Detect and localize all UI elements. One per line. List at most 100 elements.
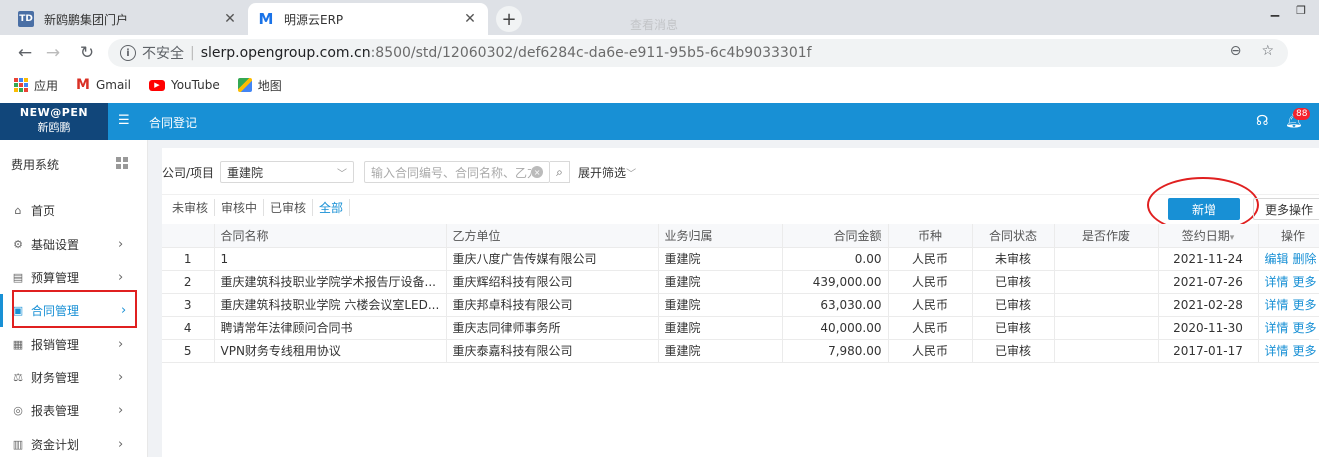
search-placeholder: 输入合同编号、合同名称、乙方 xyxy=(371,165,532,180)
row-actions: 详情 更多 xyxy=(1258,293,1319,317)
sort-desc-icon[interactable]: ▾ xyxy=(1230,233,1235,243)
column-header-amount[interactable]: 合同金额 xyxy=(782,224,889,248)
status-tab-reviewing[interactable]: 审核中 xyxy=(215,199,265,216)
minimize-window-button[interactable]: ▁ xyxy=(1262,0,1288,20)
sidebar-item-contract[interactable]: ▣ 合同管理 › xyxy=(0,294,148,327)
contract-amount: 0.00 xyxy=(782,247,889,271)
detail-link[interactable]: 详情 xyxy=(1265,321,1289,335)
sidebar-item-label: 预算管理 xyxy=(31,271,80,285)
status-tab-reviewed[interactable]: 已审核 xyxy=(264,199,314,216)
m-favicon-icon: M xyxy=(258,10,274,28)
close-tab-icon[interactable]: ✕ xyxy=(222,11,238,27)
more-actions-dropdown[interactable]: 更多操作 xyxy=(1253,198,1319,220)
contract-name[interactable]: 1 xyxy=(214,247,447,271)
expand-filter-toggle[interactable]: 展开筛选﹀ xyxy=(578,164,636,181)
grid-menu-icon[interactable] xyxy=(116,157,128,169)
column-header-ops: 操作 xyxy=(1258,224,1319,248)
forward-arrow-icon[interactable]: → xyxy=(42,42,64,64)
sidebar-item-base-settings[interactable]: ⚙ 基础设置 › xyxy=(0,228,148,261)
edit-link[interactable]: 编辑 xyxy=(1265,252,1289,266)
delete-link[interactable]: 删除 xyxy=(1293,252,1317,266)
sidebar-item-home[interactable]: ⌂ 首页 xyxy=(0,194,148,227)
table-row[interactable]: 5 VPN财务专线租用协议 重庆泰嘉科技有限公司 重建院 7,980.00 人民… xyxy=(162,339,1319,363)
table-row[interactable]: 4 聘请常年法律顾问合同书 重庆志同律师事务所 重建院 40,000.00 人民… xyxy=(162,316,1319,340)
status-tab-all[interactable]: 全部 xyxy=(313,199,351,216)
business-owner: 重建院 xyxy=(658,339,783,363)
contract-name[interactable]: 聘请常年法律顾问合同书 xyxy=(214,316,447,340)
detail-link[interactable]: 详情 xyxy=(1265,275,1289,289)
bookmark-youtube[interactable]: ▶ YouTube xyxy=(148,78,220,92)
company-select[interactable]: 重建院 ﹀ xyxy=(220,161,355,183)
more-link[interactable]: 更多 xyxy=(1293,275,1317,289)
column-header-owner[interactable]: 业务归属 xyxy=(658,224,783,248)
search-input[interactable]: 输入合同编号、合同名称、乙方 × xyxy=(364,161,551,183)
zoom-icon[interactable]: ⊖ xyxy=(1230,43,1242,59)
reload-icon[interactable]: ↻ xyxy=(76,42,98,64)
chevron-right-icon: › xyxy=(118,370,124,385)
column-header-void[interactable]: 是否作废 xyxy=(1054,224,1159,248)
sign-date: 2021-02-28 xyxy=(1158,293,1259,317)
status-tab-unreviewed[interactable]: 未审核 xyxy=(172,199,216,216)
contract-name[interactable]: 重庆建筑科技职业学院 六楼会议室LED... xyxy=(214,293,447,317)
browser-tab-erp[interactable]: M 明源云ERP ✕ xyxy=(248,3,488,35)
contract-name[interactable]: VPN财务专线租用协议 xyxy=(214,339,447,363)
chevron-right-icon: › xyxy=(118,403,124,418)
table-row[interactable]: 3 重庆建筑科技职业学院 六楼会议室LED... 重庆邦卓科技有限公司 重建院 … xyxy=(162,293,1319,317)
bookmark-apps[interactable]: 应用 xyxy=(14,77,58,94)
company-logo[interactable]: NEW@PEN 新鸥鹏 xyxy=(0,103,108,140)
row-actions: 详情 更多 xyxy=(1258,270,1319,294)
bookmark-maps[interactable]: 地图 xyxy=(237,77,282,94)
contract-name[interactable]: 重庆建筑科技职业学院学术报告厅设备... xyxy=(214,270,447,294)
info-icon[interactable]: i xyxy=(120,45,136,61)
sidebar-item-finance[interactable]: ⚖ 财务管理 › xyxy=(0,361,148,394)
headset-icon[interactable]: ☊ xyxy=(1256,113,1268,129)
business-owner: 重建院 xyxy=(658,247,783,271)
sidebar-item-budget[interactable]: ▤ 预算管理 › xyxy=(0,261,148,294)
close-tab-icon[interactable]: ✕ xyxy=(462,11,478,27)
fund-icon: ▥ xyxy=(12,438,24,451)
more-link[interactable]: 更多 xyxy=(1293,298,1317,312)
menu-toggle-icon[interactable]: ☰ xyxy=(118,113,132,129)
new-tab-button[interactable]: + xyxy=(496,6,522,32)
star-icon[interactable]: ☆ xyxy=(1261,43,1274,59)
back-arrow-icon[interactable]: ← xyxy=(14,42,36,64)
detail-link[interactable]: 详情 xyxy=(1265,344,1289,358)
search-icon[interactable]: ⌕ xyxy=(550,161,571,183)
column-header-date[interactable]: 签约日期▾ xyxy=(1158,224,1259,248)
table-header-row: 合同名称 乙方单位 业务归属 合同金额 币种 合同状态 是否作废 签约日期▾ 操… xyxy=(162,224,1319,248)
more-link[interactable]: 更多 xyxy=(1293,344,1317,358)
table-row[interactable]: 2 重庆建筑科技职业学院学术报告厅设备... 重庆辉绍科技有限公司 重建院 43… xyxy=(162,270,1319,294)
more-actions-label: 更多操作 xyxy=(1265,202,1314,217)
chevron-right-icon: › xyxy=(118,270,124,285)
company-filter-label: 公司/项目 xyxy=(162,165,215,180)
sidebar-item-reimburse[interactable]: ▦ 报销管理 › xyxy=(0,328,148,361)
url-path: :8500/std/12060302/def6284c-da6e-e911-95… xyxy=(370,45,812,61)
restore-window-button[interactable]: ❐ xyxy=(1288,0,1314,20)
party-name: 重庆八度广告传媒有限公司 xyxy=(446,247,659,271)
add-contract-button[interactable]: 新增 xyxy=(1168,198,1240,220)
column-header-currency[interactable]: 币种 xyxy=(888,224,973,248)
currency: 人民币 xyxy=(888,270,973,294)
table-row[interactable]: 1 1 重庆八度广告传媒有限公司 重建院 0.00 人民币 未审核 2021-1… xyxy=(162,247,1319,271)
column-header-name[interactable]: 合同名称 xyxy=(214,224,447,248)
tab-title: 明源云ERP xyxy=(284,12,344,27)
security-label: 不安全 xyxy=(142,46,184,62)
clear-search-icon[interactable]: × xyxy=(531,166,544,178)
contract-table: 合同名称 乙方单位 业务归属 合同金额 币种 合同状态 是否作废 签约日期▾ 操… xyxy=(162,224,1319,363)
business-owner: 重建院 xyxy=(658,270,783,294)
column-header-status[interactable]: 合同状态 xyxy=(972,224,1055,248)
business-owner: 重建院 xyxy=(658,316,783,340)
url-field[interactable]: i 不安全 | slerp.opengroup.com.cn :8500/std… xyxy=(108,39,1288,67)
notification-badge: 88 xyxy=(1293,108,1311,120)
bookmark-gmail[interactable]: M Gmail xyxy=(76,77,131,93)
report-icon: ◎ xyxy=(13,404,23,417)
system-title: 费用系统 xyxy=(11,158,60,172)
sign-date: 2020-11-30 xyxy=(1158,316,1259,340)
sidebar-item-fund-plan[interactable]: ▥ 资金计划 › xyxy=(0,428,148,461)
column-header-party[interactable]: 乙方单位 xyxy=(446,224,659,248)
sidebar-item-report[interactable]: ◎ 报表管理 › xyxy=(0,394,148,427)
browser-tab-portal[interactable]: TD 新鸥鹏集团门户 ✕ xyxy=(8,3,248,35)
currency: 人民币 xyxy=(888,247,973,271)
detail-link[interactable]: 详情 xyxy=(1265,298,1289,312)
more-link[interactable]: 更多 xyxy=(1293,321,1317,335)
